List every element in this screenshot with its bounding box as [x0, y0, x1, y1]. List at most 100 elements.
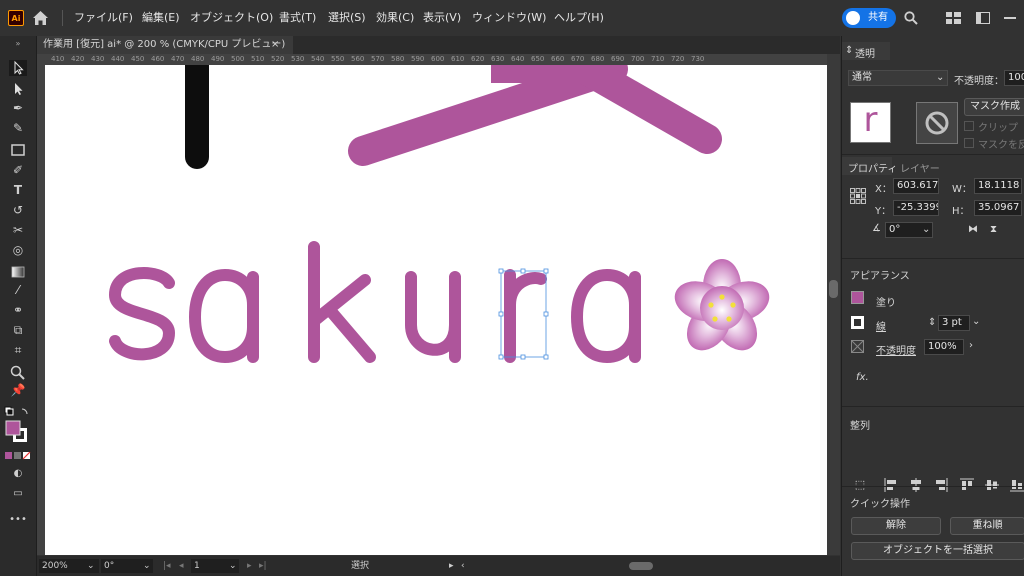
- h-input[interactable]: 35.0967: [974, 200, 1022, 216]
- chevron-down-icon[interactable]: ⌄: [87, 559, 95, 573]
- clip-checkbox[interactable]: [964, 121, 974, 131]
- menu-edit[interactable]: 編集(E): [142, 0, 180, 36]
- status-menu-icon[interactable]: ▸: [449, 559, 454, 573]
- align-center-h-icon[interactable]: [909, 478, 923, 492]
- fill-stroke-swatch[interactable]: [4, 406, 32, 450]
- gradient-tool-icon[interactable]: [9, 264, 27, 280]
- align-left-icon[interactable]: [884, 478, 898, 492]
- appearance-opacity-label[interactable]: 不透明度: [876, 342, 916, 357]
- arrange-button[interactable]: 重ね順: [950, 517, 1024, 535]
- menu-file[interactable]: ファイル(F): [74, 0, 133, 36]
- reference-point-icon[interactable]: [850, 188, 866, 204]
- rectangle-tool-icon[interactable]: [9, 142, 27, 158]
- color-mode-icons[interactable]: [5, 452, 31, 460]
- draw-mode-icon[interactable]: ◐: [9, 466, 27, 482]
- panel-toggle-icon[interactable]: [976, 12, 990, 24]
- direct-selection-tool-icon[interactable]: [9, 81, 27, 97]
- fill-label[interactable]: 塗り: [876, 294, 896, 309]
- workspace-layout-icon[interactable]: [946, 12, 961, 24]
- curvature-tool-icon[interactable]: ✎: [9, 120, 27, 136]
- pin-tool-icon[interactable]: 📌: [9, 382, 27, 398]
- invert-mask-checkbox[interactable]: [964, 138, 974, 148]
- stroke-weight-input[interactable]: 3 pt: [938, 315, 970, 331]
- thumbnail-letter: r: [863, 100, 878, 140]
- mask-thumbnail-icon[interactable]: [916, 102, 958, 144]
- screen-mode-icon[interactable]: ▭: [9, 486, 27, 502]
- ruler-tick-label: 610: [451, 55, 465, 63]
- type-tool-icon[interactable]: T: [9, 182, 27, 198]
- artboard-tool-icon[interactable]: ⌗: [9, 342, 27, 358]
- w-input[interactable]: 18.1118: [974, 178, 1022, 194]
- selection-tool-icon[interactable]: [9, 60, 27, 76]
- first-artboard-icon[interactable]: |◂: [163, 559, 171, 573]
- menu-window[interactable]: ウィンドウ(W): [472, 0, 546, 36]
- align-right-icon[interactable]: [934, 478, 948, 492]
- blend-mode-select[interactable]: 通常: [848, 70, 948, 86]
- menu-view[interactable]: 表示(V): [423, 0, 461, 36]
- last-artboard-icon[interactable]: ▸|: [259, 559, 267, 573]
- blend-tool-icon[interactable]: ⚭: [9, 302, 27, 318]
- search-icon[interactable]: [904, 11, 918, 25]
- pink-roof-shape[interactable]: [348, 65, 722, 166]
- tab-properties[interactable]: プロパティ: [842, 157, 897, 175]
- scroll-left-icon[interactable]: ‹: [461, 559, 465, 573]
- select-similar-button[interactable]: オブジェクトを一括選択: [851, 542, 1024, 560]
- ruler-tick-label: 490: [211, 55, 225, 63]
- menu-type[interactable]: 書式(T): [279, 0, 316, 36]
- more-tools-icon[interactable]: •••: [9, 512, 27, 528]
- chevron-down-icon[interactable]: ⌄: [143, 559, 151, 573]
- menu-help[interactable]: ヘルプ(H): [554, 0, 604, 36]
- next-artboard-icon[interactable]: ▸: [247, 559, 252, 573]
- chevron-down-icon[interactable]: ⌄: [229, 559, 237, 573]
- align-top-icon[interactable]: [960, 478, 974, 492]
- fx-icon[interactable]: fx.: [856, 372, 869, 383]
- close-icon[interactable]: ×: [271, 36, 279, 54]
- sakura-flower-shape[interactable]: [670, 259, 775, 359]
- prev-artboard-icon[interactable]: ◂: [179, 559, 184, 573]
- paintbrush-tool-icon[interactable]: ✐: [9, 162, 27, 178]
- object-thumbnail[interactable]: r: [850, 102, 891, 143]
- fill-swatch[interactable]: [851, 291, 864, 304]
- arrange-label: 重ね順: [972, 520, 1003, 531]
- make-mask-button[interactable]: マスク作成: [964, 98, 1024, 116]
- flip-horizontal-icon[interactable]: ⧓: [968, 224, 978, 235]
- vertical-scrollbar-thumb[interactable]: [829, 280, 838, 298]
- stepper-icon[interactable]: ⇕: [928, 317, 936, 328]
- eyedropper-tool-icon[interactable]: ⁄: [9, 282, 27, 298]
- stroke-label[interactable]: 線: [876, 318, 886, 333]
- artboard-canvas[interactable]: [45, 65, 827, 555]
- document-tab[interactable]: 作業用 [復元] ai* @ 200 % (CMYK/CPU プレビュー): [37, 36, 293, 54]
- warp-tool-icon[interactable]: ◎: [9, 242, 27, 258]
- align-center-v-icon[interactable]: [985, 478, 999, 492]
- opacity-input[interactable]: 100: [1004, 70, 1024, 86]
- tab-layers[interactable]: レイヤー: [900, 160, 940, 175]
- flip-vertical-icon[interactable]: ⧗: [990, 224, 997, 235]
- appearance-opacity-input[interactable]: 100%: [924, 339, 964, 355]
- scissors-tool-icon[interactable]: ✂: [9, 222, 27, 238]
- symbol-sprayer-tool-icon[interactable]: ⧉: [9, 322, 27, 338]
- menu-divider: [62, 10, 63, 26]
- align-bottom-icon[interactable]: [1010, 478, 1024, 492]
- minimize-icon[interactable]: [1004, 17, 1016, 19]
- transparency-tab[interactable]: ⇕ 透明: [842, 42, 890, 60]
- collapse-icon[interactable]: »: [9, 36, 27, 52]
- sakura-lettering[interactable]: [109, 241, 641, 363]
- y-input[interactable]: -25.3399: [893, 200, 939, 216]
- ruler-tick-label: 440: [111, 55, 125, 63]
- stroke-swatch[interactable]: [851, 316, 864, 329]
- zoom-tool-icon[interactable]: [9, 364, 27, 380]
- release-button[interactable]: 解除: [851, 517, 941, 535]
- menu-effect[interactable]: 効果(C): [376, 0, 414, 36]
- share-button[interactable]: 共有: [842, 8, 896, 28]
- pen-tool-icon[interactable]: ✒: [9, 100, 27, 116]
- vertical-scrollbar[interactable]: [827, 54, 840, 555]
- menu-select[interactable]: 選択(S): [328, 0, 366, 36]
- menu-object[interactable]: オブジェクト(O): [190, 0, 273, 36]
- rotate-tool-icon[interactable]: ↺: [9, 202, 27, 218]
- horizontal-scrollbar-thumb[interactable]: [629, 562, 653, 570]
- chevron-down-icon[interactable]: ⌄: [972, 316, 980, 327]
- home-icon[interactable]: [32, 10, 49, 26]
- chevron-right-icon[interactable]: ›: [969, 340, 973, 351]
- x-input[interactable]: 603.617: [893, 178, 939, 194]
- align-to-icon[interactable]: ⬚: [852, 478, 868, 492]
